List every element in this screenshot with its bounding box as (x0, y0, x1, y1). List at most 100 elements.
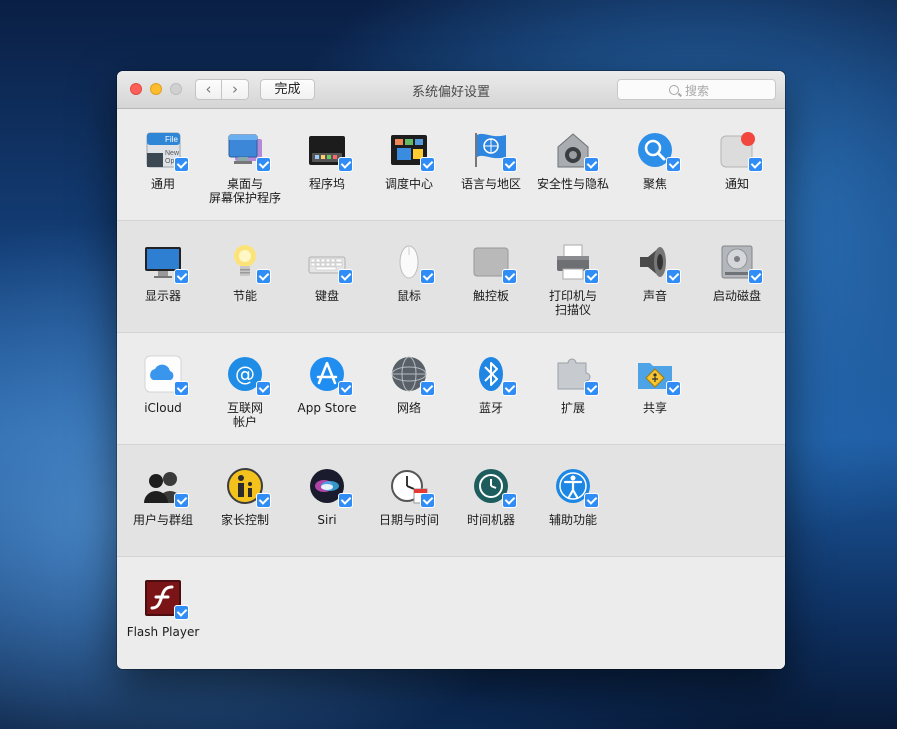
search-placeholder: 搜索 (685, 84, 710, 98)
pane-label: 安全性与隐私 (536, 177, 609, 191)
pane-mission-control[interactable]: 调度中心 (368, 109, 450, 219)
pane-label: iCloud (144, 401, 182, 415)
pane-displays[interactable]: 显示器 (122, 221, 204, 331)
pane-extensions[interactable]: 扩展 (532, 333, 614, 443)
pane-date-time[interactable]: 日期与时间 (368, 445, 450, 555)
pane-label: 键盘 (314, 289, 339, 303)
pane-label: 扩展 (560, 401, 585, 415)
checkbox-icon[interactable] (256, 381, 271, 396)
checkbox-icon[interactable] (174, 493, 189, 508)
checkbox-icon[interactable] (420, 493, 435, 508)
pane-label: 启动磁盘 (712, 289, 761, 303)
checkbox-icon[interactable] (502, 381, 517, 396)
pane-label: 共享 (642, 401, 667, 415)
pane-icloud[interactable]: iCloud (122, 333, 204, 443)
checkbox-icon[interactable] (338, 269, 353, 284)
pane-dock[interactable]: 程序坞 (286, 109, 368, 219)
pane-startup-disk[interactable]: 启动磁盘 (696, 221, 778, 331)
pane-label: Flash Player (126, 625, 200, 639)
pane-label: 鼠标 (396, 289, 421, 303)
checkbox-icon[interactable] (666, 381, 681, 396)
pane-label: 日期与时间 (378, 513, 439, 527)
pane-label: 用户与群组 (132, 513, 193, 527)
pane-label: 声音 (642, 289, 667, 303)
checkbox-icon[interactable] (584, 493, 599, 508)
pane-label: Siri (317, 513, 337, 527)
pane-label: 通用 (150, 177, 175, 191)
pane-flash-player[interactable]: Flash Player (122, 557, 204, 667)
checkbox-icon[interactable] (666, 269, 681, 284)
pane-notifications[interactable]: 通知 (696, 109, 778, 219)
pane-printers-scanners[interactable]: 打印机与 扫描仪 (532, 221, 614, 331)
section-hardware: 显示器 节能 键盘 鼠标 触控板 打印机与 扫描仪 声音 启动磁盘 (117, 221, 785, 333)
section-internet-wireless: iCloud @ 互联网 帐户 App Store 网络 蓝牙 扩展 共享 (117, 333, 785, 445)
checkbox-icon[interactable] (748, 157, 763, 172)
svg-text:New: New (165, 150, 180, 157)
pane-keyboard[interactable]: 键盘 (286, 221, 368, 331)
pane-network[interactable]: 网络 (368, 333, 450, 443)
checkbox-icon[interactable] (584, 157, 599, 172)
pane-label: 语言与地区 (460, 177, 521, 191)
checkbox-icon[interactable] (502, 157, 517, 172)
pane-spotlight[interactable]: 聚焦 (614, 109, 696, 219)
pane-general[interactable]: File New Op 通用 (122, 109, 204, 219)
section-personal: File New Op 通用 桌面与 屏幕保护程序 程序坞 调度中心 语言与地区… (117, 109, 785, 221)
pane-time-machine[interactable]: 时间机器 (450, 445, 532, 555)
pane-label: 通知 (724, 177, 749, 191)
pane-app-store[interactable]: App Store (286, 333, 368, 443)
pane-accessibility[interactable]: 辅助功能 (532, 445, 614, 555)
checkbox-icon[interactable] (748, 269, 763, 284)
checkbox-icon[interactable] (666, 157, 681, 172)
pane-label: 节能 (232, 289, 257, 303)
checkbox-icon[interactable] (174, 157, 189, 172)
pane-label: 蓝牙 (478, 401, 503, 415)
checkbox-icon[interactable] (174, 605, 189, 620)
pane-label: App Store (297, 401, 357, 415)
pane-language-region[interactable]: 语言与地区 (450, 109, 532, 219)
pane-label: 调度中心 (384, 177, 433, 191)
search-field[interactable]: 搜索 (617, 79, 776, 100)
checkbox-icon[interactable] (502, 269, 517, 284)
pane-label: 网络 (396, 401, 421, 415)
pane-label: 互联网 帐户 (226, 401, 263, 429)
pane-mouse[interactable]: 鼠标 (368, 221, 450, 331)
pane-parental-controls[interactable]: 家长控制 (204, 445, 286, 555)
checkbox-icon[interactable] (338, 157, 353, 172)
checkbox-icon[interactable] (174, 269, 189, 284)
pane-users-groups[interactable]: 用户与群组 (122, 445, 204, 555)
section-other: Flash Player (117, 557, 785, 669)
pane-sound[interactable]: 声音 (614, 221, 696, 331)
pane-label: 家长控制 (220, 513, 269, 527)
checkbox-icon[interactable] (338, 381, 353, 396)
checkbox-icon[interactable] (420, 157, 435, 172)
pane-label: 显示器 (144, 289, 181, 303)
pane-energy-saver[interactable]: 节能 (204, 221, 286, 331)
title-bar: ‹ › 完成 系统偏好设置 搜索 (117, 71, 785, 109)
checkbox-icon[interactable] (338, 493, 353, 508)
pane-internet-accounts[interactable]: @ 互联网 帐户 (204, 333, 286, 443)
pane-trackpad[interactable]: 触控板 (450, 221, 532, 331)
pane-label: 桌面与 屏幕保护程序 (208, 177, 281, 205)
checkbox-icon[interactable] (502, 493, 517, 508)
section-system: 用户与群组 家长控制 Siri 日期与时间 时间机器 辅助功能 (117, 445, 785, 557)
pane-bluetooth[interactable]: 蓝牙 (450, 333, 532, 443)
pane-label: 程序坞 (308, 177, 345, 191)
pane-label: 时间机器 (466, 513, 515, 527)
checkbox-icon[interactable] (256, 157, 271, 172)
checkbox-icon[interactable] (256, 269, 271, 284)
pane-label: 辅助功能 (548, 513, 597, 527)
checkbox-icon[interactable] (256, 493, 271, 508)
checkbox-icon[interactable] (584, 381, 599, 396)
pane-security-privacy[interactable]: 安全性与隐私 (532, 109, 614, 219)
checkbox-icon[interactable] (420, 269, 435, 284)
svg-text:@: @ (235, 362, 255, 386)
pane-label: 打印机与 扫描仪 (548, 289, 597, 317)
checkbox-icon[interactable] (174, 381, 189, 396)
pane-desktop-screensaver[interactable]: 桌面与 屏幕保护程序 (204, 109, 286, 219)
pane-label: 聚焦 (642, 177, 667, 191)
pane-label: 触控板 (472, 289, 509, 303)
checkbox-icon[interactable] (584, 269, 599, 284)
checkbox-icon[interactable] (420, 381, 435, 396)
pane-siri[interactable]: Siri (286, 445, 368, 555)
pane-sharing[interactable]: 共享 (614, 333, 696, 443)
